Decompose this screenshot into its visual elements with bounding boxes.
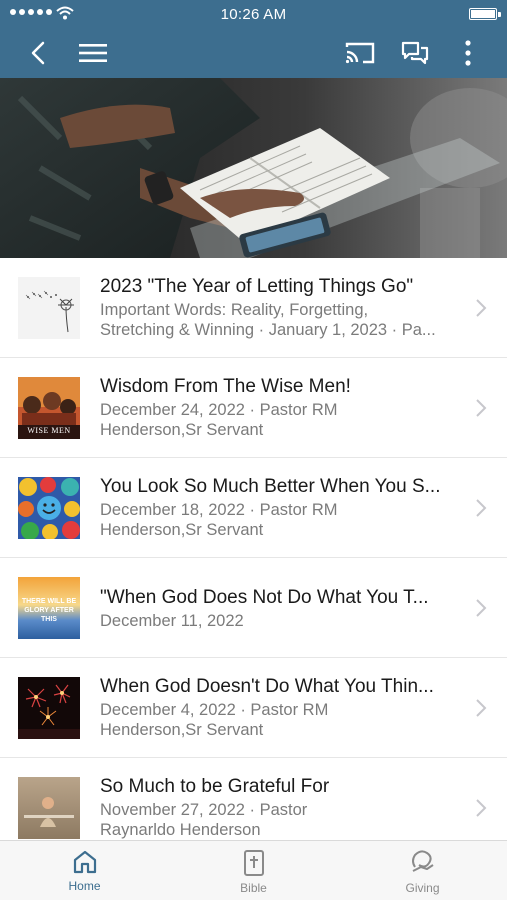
tab-label: Home <box>68 879 101 893</box>
sermon-title: 2023 "The Year of Letting Things Go" <box>100 276 414 297</box>
chevron-right-icon <box>476 298 487 317</box>
battery-icon <box>469 8 501 20</box>
sermon-title: You Look So Much Better When You S... <box>100 476 441 497</box>
status-bar: 10:26 AM <box>0 0 507 28</box>
sermon-subtitle: November 27, 2022 · Pastor <box>100 801 308 819</box>
fireworks-thumbnail <box>18 677 80 739</box>
chevron-right-icon <box>476 598 487 617</box>
list-item[interactable]: You Look So Much Better When You S... De… <box>0 458 507 558</box>
sermon-subtitle: Henderson,Sr Servant <box>100 421 264 439</box>
list-item[interactable]: THERE WILL BE GLORY AFTER THIS "When God… <box>0 558 507 658</box>
tab-giving[interactable]: Giving <box>338 841 507 900</box>
sermon-subtitle: Important Words: Reality, Forgetting, <box>100 301 369 319</box>
sermon-subtitle: December 24, 2022 · Pastor RM <box>100 401 338 419</box>
dandelion-thumbnail <box>18 277 80 339</box>
sermon-subtitle: December 11, 2022 <box>100 612 244 630</box>
app-header: 10:26 AM <box>0 0 507 78</box>
chevron-right-icon <box>476 798 487 817</box>
hamburger-menu-icon <box>79 44 107 62</box>
chevron-right-icon <box>476 698 487 717</box>
more-vertical-icon <box>465 40 471 66</box>
sermon-title: So Much to be Grateful For <box>100 776 330 797</box>
chevron-right-icon <box>476 498 487 517</box>
list-item[interactable]: WISE MEN Wisdom From The Wise Men! Decem… <box>0 358 507 458</box>
hero-image <box>0 78 507 258</box>
sky-thumbnail: THERE WILL BE GLORY AFTER THIS <box>18 577 80 639</box>
thumbnail-caption: WISE MEN <box>27 426 71 435</box>
tab-bible[interactable]: Bible <box>169 841 338 900</box>
sermon-title: "When God Does Not Do What You T... <box>100 587 429 608</box>
sermon-subtitle: December 4, 2022 · Pastor RM <box>100 701 329 719</box>
home-icon <box>73 850 96 874</box>
list-item[interactable]: 2023 "The Year of Letting Things Go" Imp… <box>0 258 507 358</box>
tab-home[interactable]: Home <box>0 841 169 900</box>
list-item[interactable]: So Much to be Grateful For November 27, … <box>0 758 507 840</box>
cast-icon <box>345 42 375 64</box>
smiley-faces-thumbnail <box>18 477 80 539</box>
sermon-subtitle: December 18, 2022 · Pastor RM <box>100 501 338 519</box>
giving-icon <box>411 850 434 872</box>
sermon-title: Wisdom From The Wise Men! <box>100 376 351 397</box>
tab-label: Giving <box>405 881 440 895</box>
cast-button[interactable] <box>338 28 382 78</box>
chevron-left-icon <box>31 41 45 65</box>
wise-men-thumbnail: WISE MEN <box>18 377 80 439</box>
nav-bar <box>0 28 507 78</box>
list-item[interactable]: When God Doesn't Do What You Thin... Dec… <box>0 658 507 758</box>
sermon-subtitle: Raynarldo Henderson <box>100 821 261 839</box>
tab-label: Bible <box>240 881 267 895</box>
bible-icon <box>243 850 264 876</box>
grateful-thumbnail <box>18 777 80 839</box>
more-options-button[interactable] <box>446 28 490 78</box>
sermon-subtitle: Henderson,Sr Servant <box>100 521 264 539</box>
sermon-title: When God Doesn't Do What You Thin... <box>100 676 434 697</box>
thumbnail-caption: THERE WILL BE GLORY AFTER THIS <box>21 598 77 623</box>
sermon-subtitle: Henderson,Sr Servant <box>100 721 264 739</box>
sermon-subtitle: Stretching & Winning · January 1, 2023 ·… <box>100 321 436 339</box>
bottom-tab-bar: Home Bible Giving <box>0 840 507 900</box>
menu-button[interactable] <box>71 28 115 78</box>
chevron-right-icon <box>476 398 487 417</box>
chat-button[interactable] <box>393 28 437 78</box>
sermon-list: 2023 "The Year of Letting Things Go" Imp… <box>0 258 507 840</box>
chat-bubbles-icon <box>401 41 429 65</box>
status-time: 10:26 AM <box>220 6 287 23</box>
back-button[interactable] <box>16 28 60 78</box>
